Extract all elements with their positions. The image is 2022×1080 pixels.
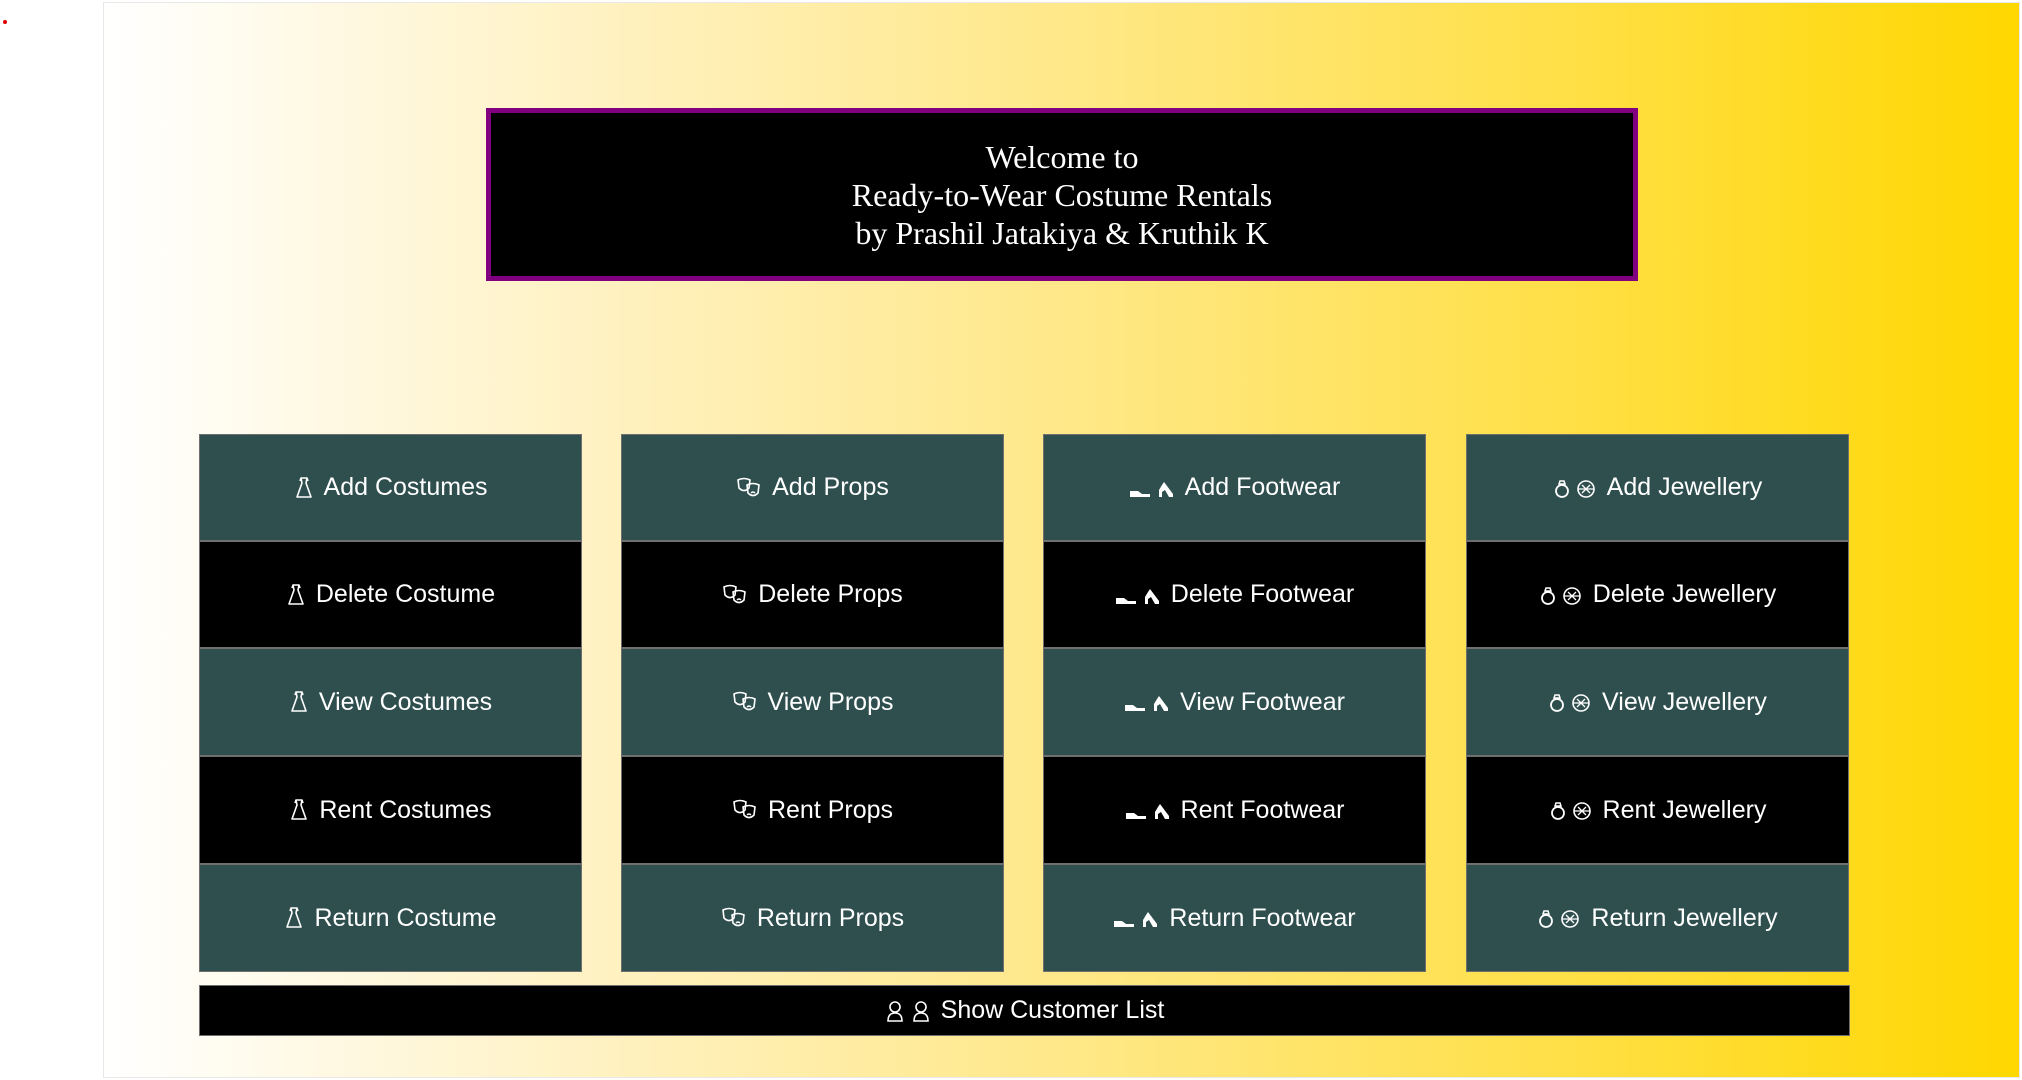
delete-footwear-button[interactable]: Delete Footwear bbox=[1043, 541, 1426, 648]
welcome-line: Welcome to bbox=[985, 138, 1139, 175]
rent-jewellery-button[interactable]: Rent Jewellery bbox=[1466, 756, 1849, 864]
dress-icon bbox=[289, 798, 309, 822]
button-label: Return Footwear bbox=[1169, 903, 1356, 932]
rent-props-button[interactable]: Rent Props bbox=[621, 756, 1004, 864]
button-label: Add Footwear bbox=[1184, 473, 1341, 501]
button-label: View Props bbox=[767, 687, 894, 716]
add-footwear-button[interactable]: Add Footwear bbox=[1043, 434, 1426, 541]
theater-masks-icon bbox=[732, 690, 758, 714]
dress-icon bbox=[289, 690, 309, 714]
return-costume-button[interactable]: Return Costume bbox=[199, 864, 582, 972]
theater-masks-icon bbox=[736, 476, 762, 500]
welcome-banner: Welcome to Ready-to-Wear Costume Rentals… bbox=[486, 108, 1638, 281]
ring-and-gem-icon bbox=[1549, 798, 1593, 822]
add-costumes-button[interactable]: Add Costumes bbox=[199, 434, 582, 541]
ring-and-gem-icon bbox=[1548, 690, 1592, 714]
dress-icon bbox=[294, 476, 314, 500]
dress-icon bbox=[286, 583, 306, 607]
button-label: Show Customer List bbox=[940, 996, 1165, 1024]
show-customer-list-button[interactable]: Show Customer List bbox=[199, 985, 1850, 1036]
ring-and-gem-icon bbox=[1537, 906, 1581, 930]
theater-masks-icon bbox=[722, 583, 748, 607]
view-props-button[interactable]: View Props bbox=[621, 648, 1004, 756]
button-label: View Footwear bbox=[1180, 687, 1345, 716]
return-props-button[interactable]: Return Props bbox=[621, 864, 1004, 972]
authors-line: by Prashil Jatakiya & Kruthik K bbox=[855, 214, 1269, 251]
button-label: Rent Footwear bbox=[1180, 795, 1345, 824]
ring-and-gem-icon bbox=[1539, 583, 1583, 607]
button-label: Add Props bbox=[772, 473, 889, 501]
dress-icon bbox=[284, 906, 304, 930]
button-label: Delete Jewellery bbox=[1592, 580, 1777, 608]
button-label: Delete Costume bbox=[315, 580, 496, 608]
rent-footwear-button[interactable]: Rent Footwear bbox=[1043, 756, 1426, 864]
delete-jewellery-button[interactable]: Delete Jewellery bbox=[1466, 541, 1849, 648]
shoes-icon bbox=[1115, 583, 1161, 607]
add-props-button[interactable]: Add Props bbox=[621, 434, 1004, 541]
button-label: Rent Costumes bbox=[319, 795, 492, 824]
theater-masks-icon bbox=[732, 798, 758, 822]
theater-masks-icon bbox=[721, 906, 747, 930]
button-label: Add Jewellery bbox=[1606, 473, 1763, 501]
delete-costume-button[interactable]: Delete Costume bbox=[199, 541, 582, 648]
shoes-icon bbox=[1113, 906, 1159, 930]
button-label: Return Costume bbox=[314, 903, 497, 932]
shoes-icon bbox=[1129, 476, 1175, 500]
view-costumes-button[interactable]: View Costumes bbox=[199, 648, 582, 756]
button-label: Delete Props bbox=[758, 580, 903, 608]
people-icon bbox=[885, 999, 931, 1023]
rent-costumes-button[interactable]: Rent Costumes bbox=[199, 756, 582, 864]
button-label: View Costumes bbox=[318, 687, 493, 716]
shoes-icon bbox=[1124, 690, 1170, 714]
button-label: View Jewellery bbox=[1602, 687, 1767, 716]
ring-and-gem-icon bbox=[1553, 476, 1597, 500]
app-title: Ready-to-Wear Costume Rentals bbox=[851, 176, 1273, 213]
add-jewellery-button[interactable]: Add Jewellery bbox=[1466, 434, 1849, 541]
button-label: Rent Jewellery bbox=[1602, 795, 1767, 824]
button-label: Return Props bbox=[756, 903, 905, 932]
button-label: Return Jewellery bbox=[1591, 903, 1778, 932]
return-footwear-button[interactable]: Return Footwear bbox=[1043, 864, 1426, 972]
button-label: Add Costumes bbox=[323, 473, 488, 501]
return-jewellery-button[interactable]: Return Jewellery bbox=[1466, 864, 1849, 972]
red-dot-marker bbox=[3, 20, 7, 24]
button-label: Rent Props bbox=[767, 795, 894, 824]
shoes-icon bbox=[1125, 798, 1171, 822]
view-footwear-button[interactable]: View Footwear bbox=[1043, 648, 1426, 756]
view-jewellery-button[interactable]: View Jewellery bbox=[1466, 648, 1849, 756]
button-label: Delete Footwear bbox=[1170, 580, 1355, 608]
delete-props-button[interactable]: Delete Props bbox=[621, 541, 1004, 648]
